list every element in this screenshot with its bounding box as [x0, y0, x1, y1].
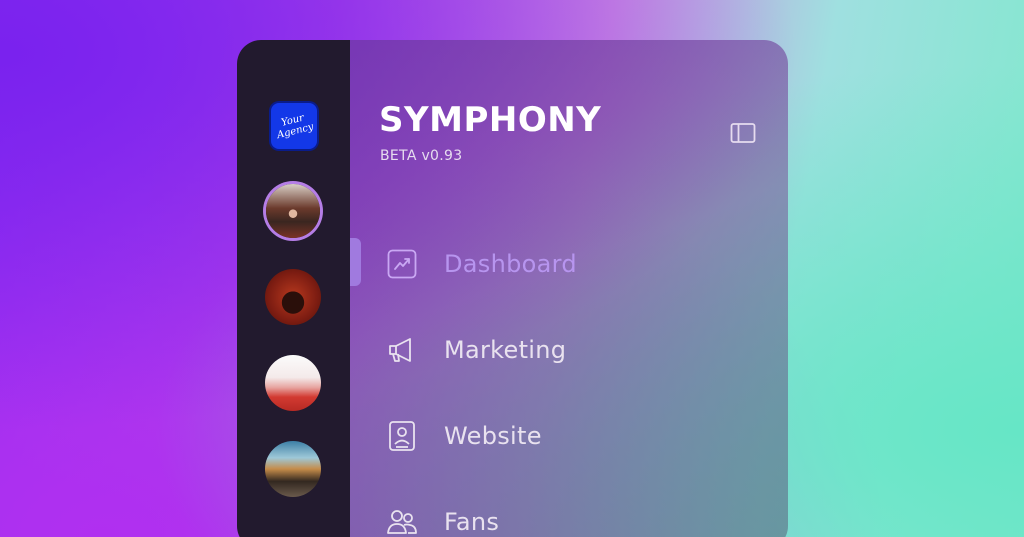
artist-avatar-3[interactable] [265, 355, 321, 411]
nav-item-label: Marketing [444, 336, 567, 364]
nav-item-dashboard[interactable]: Dashboard [386, 242, 577, 286]
nav-item-website[interactable]: Website [386, 414, 542, 458]
account-rail: Your Agency [237, 40, 350, 537]
app-sidebar: Your Agency SYMPHONY BETA v0.93 Dashboar… [237, 40, 788, 537]
profile-card-icon [386, 420, 418, 452]
artist-avatar-2[interactable] [265, 269, 321, 325]
agency-logo-text: Your Agency [275, 112, 315, 142]
artist-avatar-4[interactable] [265, 441, 321, 497]
artist-avatar-1[interactable] [266, 184, 320, 238]
collapse-sidebar-button[interactable] [730, 122, 756, 144]
users-icon [386, 506, 418, 537]
nav-item-label: Dashboard [444, 250, 577, 278]
active-indicator [350, 238, 361, 286]
chart-trend-icon [386, 248, 418, 280]
agency-logo[interactable]: Your Agency [271, 103, 317, 149]
nav-item-label: Website [444, 422, 542, 450]
background: Your Agency SYMPHONY BETA v0.93 Dashboar… [0, 0, 1024, 537]
nav-item-fans[interactable]: Fans [386, 500, 499, 537]
sidebar-toggle-icon [730, 123, 756, 143]
brand-title: SYMPHONY [379, 100, 602, 140]
nav-item-marketing[interactable]: Marketing [386, 328, 566, 372]
megaphone-icon [386, 334, 418, 366]
version-label: BETA v0.93 [380, 148, 463, 164]
nav-item-label: Fans [444, 508, 500, 536]
